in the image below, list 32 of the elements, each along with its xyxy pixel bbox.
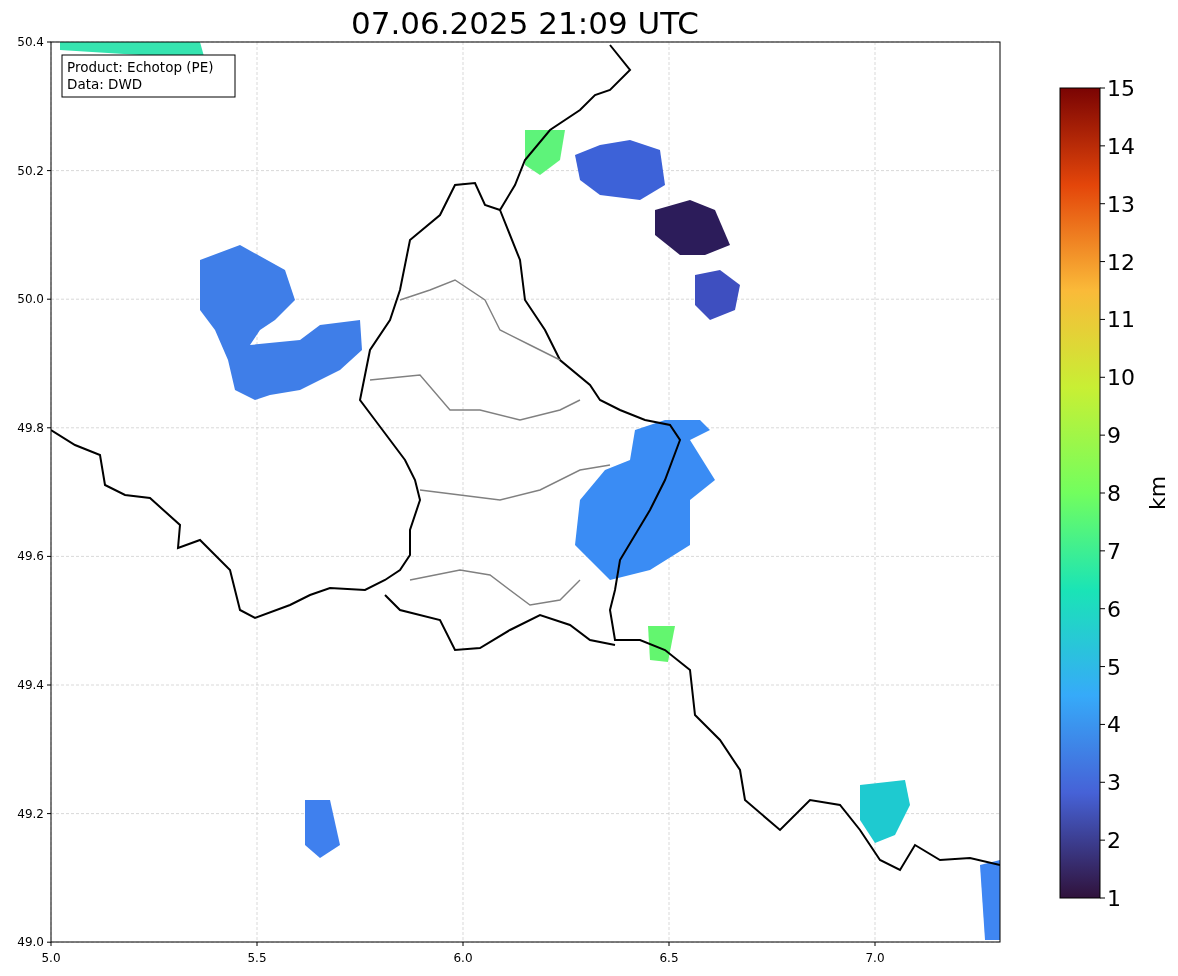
colorbar-tick-label: 15 [1107,76,1135,101]
colorbar-label: km [1145,475,1170,511]
colorbar-tick-label: 9 [1107,423,1121,449]
colorbar-tick-label: 12 [1107,249,1135,275]
y-tick-label: 50.2 [17,163,44,178]
colorbar-tick-label: 2 [1107,828,1121,854]
x-tick-label: 7.0 [865,951,885,965]
info-text: Product: Echotop (PE) [67,59,214,75]
colorbar-tick-label: 11 [1107,307,1135,333]
x-tick-label: 6.5 [659,951,679,965]
x-tick-label: 6.0 [453,951,473,965]
colorbar-tick-label: 10 [1107,365,1135,391]
info-text: Data: DWD [67,76,143,92]
colorbar-tick-label: 1 [1107,886,1121,911]
colorbar-tick-label: 8 [1107,481,1121,506]
colorbar-tick-label: 13 [1107,191,1135,217]
colorbar-tick-label: 6 [1107,596,1121,622]
y-tick-label: 49.2 [17,806,44,821]
x-tick-label: 5.5 [247,951,267,965]
y-tick-label: 50.0 [17,292,44,307]
colorbar-tick-label: 7 [1107,538,1121,564]
chart-title: 07.06.2025 21:09 UTC [351,5,699,41]
x-tick-label: 5.0 [41,951,61,965]
y-tick-label: 49.6 [17,549,44,564]
colorbar-tick-label: 4 [1107,712,1121,738]
colorbar-tick-label: 5 [1107,654,1121,680]
y-tick-label: 49.8 [17,420,44,435]
y-tick-label: 49.4 [17,678,44,692]
colorbar-tick-label: 3 [1107,770,1121,796]
y-tick-label: 49.0 [17,935,44,950]
y-tick-label: 50.4 [17,35,44,49]
colorbar-tick-label: 14 [1107,133,1135,159]
